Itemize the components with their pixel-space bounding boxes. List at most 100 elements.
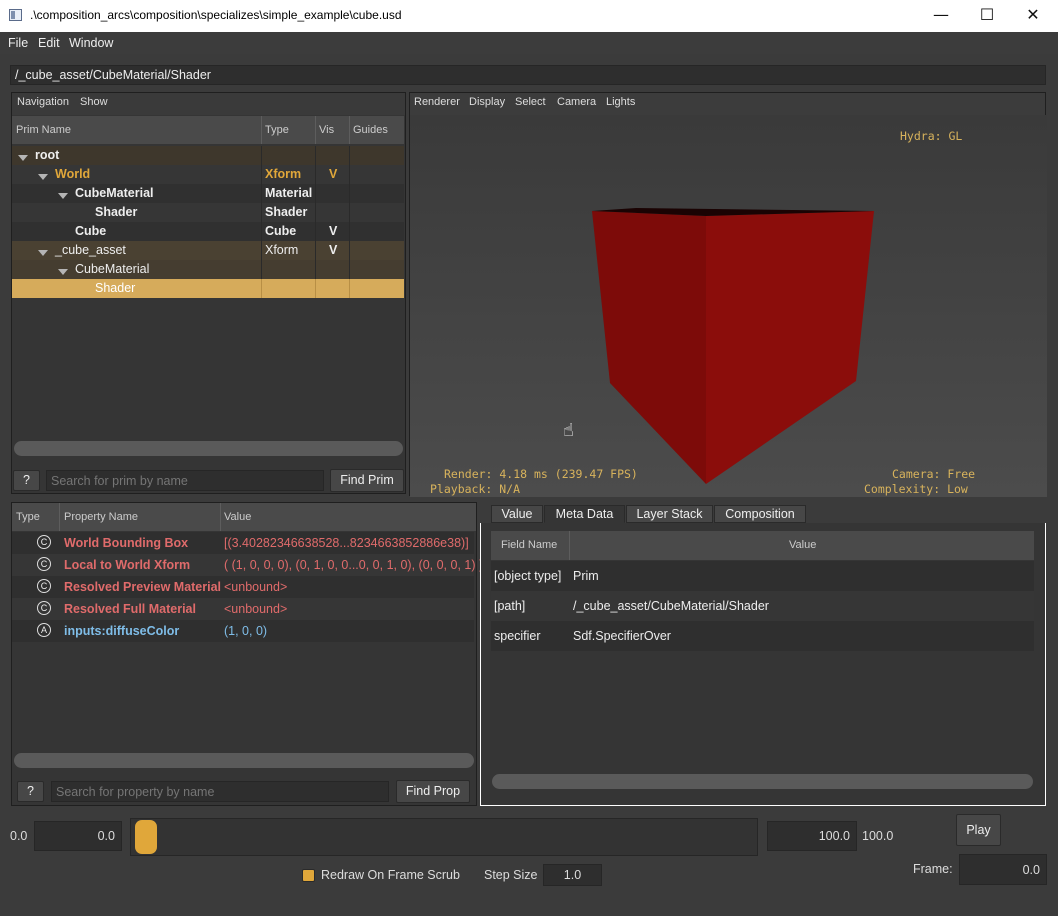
tree-row[interactable]: root xyxy=(12,146,404,165)
metadata-row[interactable]: [path] /_cube_asset/CubeMaterial/Shader xyxy=(491,591,1034,621)
viewport-panel[interactable] xyxy=(409,92,1047,497)
redraw-checkbox[interactable] xyxy=(302,869,315,882)
expand-arrow-icon[interactable] xyxy=(58,192,68,199)
property-row[interactable]: C Resolved Full Material <unbound> xyxy=(12,598,474,620)
property-name: Local to World Xform xyxy=(64,558,191,572)
prim-name: Cube xyxy=(75,224,107,238)
column-type[interactable]: Type xyxy=(16,511,40,523)
column-divider xyxy=(59,503,60,531)
property-scrollbar[interactable] xyxy=(14,753,474,768)
meta-field: specifier xyxy=(494,629,541,643)
frame-slider-handle[interactable] xyxy=(135,820,157,854)
prim-type: Xform xyxy=(265,243,299,257)
frame-slider-track[interactable] xyxy=(130,818,758,856)
column-divider xyxy=(349,116,350,144)
maximize-button[interactable]: ☐ xyxy=(964,0,1010,32)
property-help-button[interactable]: ? xyxy=(17,781,44,802)
tree-row[interactable]: _cube_asset Xform V xyxy=(12,241,404,260)
menu-file[interactable]: File xyxy=(8,36,28,50)
prim-path-field[interactable]: /_cube_asset/CubeMaterial/Shader xyxy=(10,65,1046,85)
prim-name: Shader xyxy=(95,281,136,295)
column-property-name[interactable]: Property Name xyxy=(64,511,138,523)
tree-row[interactable]: Cube Cube V xyxy=(12,222,404,241)
property-row[interactable]: C World Bounding Box [(3.40282346638528.… xyxy=(12,532,474,554)
menu-camera[interactable]: Camera xyxy=(557,96,596,108)
tree-header: Prim Name Type Vis Guides xyxy=(12,116,404,144)
expand-arrow-icon[interactable] xyxy=(58,268,68,275)
column-value[interactable]: Value xyxy=(224,511,251,523)
property-name: World Bounding Box xyxy=(64,536,189,550)
meta-field: [object type] xyxy=(494,569,562,583)
column-vis[interactable]: Vis xyxy=(319,124,334,136)
property-row[interactable]: C Local to World Xform ( (1, 0, 0, 0), (… xyxy=(12,554,483,576)
tree-row[interactable]: Shader Shader xyxy=(12,203,404,222)
hud-camera: Camera: Free xyxy=(892,467,976,481)
prim-help-button[interactable]: ? xyxy=(13,470,40,491)
property-name: Resolved Full Material xyxy=(64,602,196,616)
play-button[interactable]: Play xyxy=(956,814,1001,846)
column-guides[interactable]: Guides xyxy=(353,124,388,136)
menu-navigation[interactable]: Navigation xyxy=(17,96,69,108)
tab-layer-stack[interactable]: Layer Stack xyxy=(626,505,713,523)
vis-toggle[interactable]: V xyxy=(329,224,337,238)
tree-row[interactable]: CubeMaterial Material xyxy=(12,184,404,203)
tab-composition[interactable]: Composition xyxy=(714,505,806,523)
prim-name: _cube_asset xyxy=(55,243,126,257)
find-prop-button[interactable]: Find Prop xyxy=(396,780,470,803)
column-prim-name[interactable]: Prim Name xyxy=(16,124,71,136)
close-button[interactable]: ✕ xyxy=(1010,0,1056,32)
tree-row-selected[interactable]: Shader xyxy=(12,279,404,298)
tree-scrollbar[interactable] xyxy=(14,441,403,456)
meta-value: Prim xyxy=(573,569,599,583)
prim-type: Material xyxy=(265,186,313,200)
property-value: ( (1, 0, 0, 0), (0, 1, 0, 0...0, 0, 1, 0… xyxy=(224,558,484,572)
step-size-label: Step Size xyxy=(484,868,538,882)
property-value: <unbound> xyxy=(224,602,288,616)
step-size-field[interactable]: 1.0 xyxy=(543,864,602,886)
metadata-row[interactable]: specifier Sdf.SpecifierOver xyxy=(491,621,1034,651)
menu-renderer[interactable]: Renderer xyxy=(414,96,460,108)
computed-property-icon: C xyxy=(37,579,51,593)
column-divider xyxy=(261,116,262,144)
property-row[interactable]: C Resolved Preview Material <unbound> xyxy=(12,576,474,598)
prim-search-input[interactable] xyxy=(46,470,324,491)
redraw-label: Redraw On Frame Scrub xyxy=(321,868,460,882)
prim-type: Xform xyxy=(265,167,302,181)
frame-field[interactable]: 0.0 xyxy=(959,854,1047,885)
property-row[interactable]: A inputs:diffuseColor (1, 0, 0) xyxy=(12,620,474,642)
tab-meta-data[interactable]: Meta Data xyxy=(544,505,625,523)
property-value: <unbound> xyxy=(224,580,288,594)
range-end-field[interactable]: 100.0 xyxy=(767,821,857,851)
vis-toggle[interactable]: V xyxy=(329,243,337,257)
range-start-field[interactable]: 0.0 xyxy=(34,821,122,851)
expand-arrow-icon[interactable] xyxy=(38,249,48,256)
prim-name: World xyxy=(55,167,91,181)
find-prim-button[interactable]: Find Prim xyxy=(330,469,404,492)
menu-edit[interactable]: Edit xyxy=(38,36,60,50)
tree-row[interactable]: World Xform V xyxy=(12,165,404,184)
menu-show[interactable]: Show xyxy=(80,96,108,108)
computed-property-icon: C xyxy=(37,535,51,549)
prim-type: Shader xyxy=(265,205,308,219)
property-search-input[interactable] xyxy=(51,781,389,802)
menu-select[interactable]: Select xyxy=(515,96,546,108)
expand-arrow-icon[interactable] xyxy=(18,154,28,161)
metadata-scrollbar[interactable] xyxy=(492,774,1033,789)
vis-toggle[interactable]: V xyxy=(329,167,337,181)
menu-window[interactable]: Window xyxy=(69,36,113,50)
menu-lights[interactable]: Lights xyxy=(606,96,635,108)
column-meta-value[interactable]: Value xyxy=(789,539,816,551)
viewport-canvas[interactable] xyxy=(410,93,1047,497)
window-title: .\composition_arcs\composition\specializ… xyxy=(30,8,402,22)
expand-arrow-icon[interactable] xyxy=(38,173,48,180)
menu-display[interactable]: Display xyxy=(469,96,505,108)
hud-renderer: Hydra: GL xyxy=(900,129,963,143)
minimize-button[interactable]: — xyxy=(918,0,964,32)
tab-value[interactable]: Value xyxy=(491,505,543,523)
column-field-name[interactable]: Field Name xyxy=(501,539,557,551)
tree-row[interactable]: CubeMaterial xyxy=(12,260,404,279)
metadata-row[interactable]: [object type] Prim xyxy=(491,561,1034,591)
column-type[interactable]: Type xyxy=(265,124,289,136)
property-value: [(3.40282346638528...8234663852886e38)] xyxy=(224,536,469,550)
hud-render-time: Render: 4.18 ms (239.47 FPS) xyxy=(444,467,638,481)
